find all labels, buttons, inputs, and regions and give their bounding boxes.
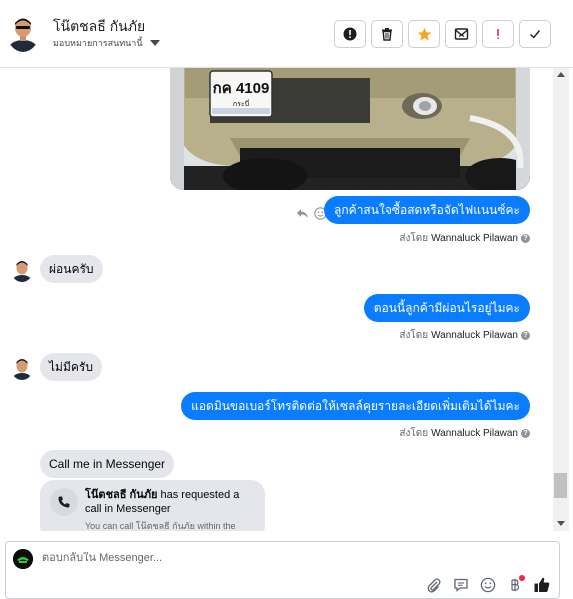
reply-input[interactable]	[42, 552, 522, 564]
notification-dot	[519, 575, 525, 581]
plate-province: กระบี่	[233, 99, 249, 108]
reply-icon[interactable]	[296, 207, 309, 220]
plate-number: กค 4109	[213, 80, 270, 97]
message-bubble-incoming[interactable]: ผ่อนครับ	[40, 255, 103, 283]
like-button[interactable]	[533, 576, 551, 594]
conversation-header: โน๊ตชลธี กันภัย มอบหมายการสนทนานี้	[0, 0, 573, 68]
follow-up-button[interactable]	[482, 20, 514, 48]
thumbs-up-icon	[534, 577, 550, 592]
delete-button[interactable]	[371, 20, 403, 48]
message-bubble-incoming[interactable]: Call me in Messenger	[40, 450, 175, 478]
caret-down-icon	[149, 40, 160, 46]
mark-spam-button[interactable]	[334, 20, 366, 48]
sent-by-prefix: ส่งโดย	[399, 330, 429, 341]
star-button[interactable]	[408, 20, 440, 48]
help-icon[interactable]: ?	[521, 429, 530, 438]
exclamation-icon	[497, 29, 499, 40]
sent-by-label: ส่งโดย Wannaluck Pilawan ?	[399, 231, 530, 246]
mark-unread-button[interactable]	[445, 20, 477, 48]
call-request-name: โน๊ตชลธี กันภัย	[85, 489, 158, 501]
scroll-up-arrow-icon[interactable]	[557, 72, 565, 77]
trash-icon	[382, 28, 392, 41]
contact-name: โน๊ตชลธี กันภัย	[53, 18, 146, 34]
photo-attachment[interactable]: กค 4109 กระบี่	[170, 68, 530, 190]
page-avatar	[13, 549, 33, 569]
saved-replies-button[interactable]	[452, 576, 470, 594]
call-request-subtext: You can call โน๊ตชลธี กันภัย within the	[85, 521, 236, 531]
contact-avatar[interactable]	[7, 14, 39, 52]
attach-button[interactable]	[425, 576, 443, 594]
sent-by-prefix: ส่งโดย	[399, 233, 429, 244]
sent-by-prefix: ส่งโดย	[399, 428, 429, 439]
help-icon[interactable]: ?	[521, 234, 530, 243]
payment-button[interactable]	[506, 575, 525, 594]
contact-avatar-small	[11, 356, 33, 380]
chat-lines-icon	[454, 578, 468, 592]
emoji-button[interactable]	[479, 576, 497, 594]
scroll-down-arrow-icon[interactable]	[557, 521, 565, 526]
assign-label: มอบหมายการสนทนานี้	[53, 38, 143, 48]
sent-by-name: Wannaluck Pilawan	[431, 330, 518, 341]
messenger-inbox: โน๊ตชลธี กันภัย มอบหมายการสนทนานี้ กค 41…	[0, 0, 573, 599]
sent-by-label: ส่งโดย Wannaluck Pilawan ?	[399, 328, 530, 343]
message-thread[interactable]: กค 4109 กระบี่ ลูกค้าสนใจซื้อสดหรือจัดไฟ…	[0, 68, 553, 531]
message-bubble-incoming[interactable]: ไม่มีครับ	[40, 353, 102, 381]
message-bubble-outgoing[interactable]: แอดมินขอเบอร์โทรติดต่อให้เซลล์คุยรายละเอ…	[181, 392, 530, 420]
scrollbar-thumb[interactable]	[554, 473, 567, 498]
sent-by-label: ส่งโดย Wannaluck Pilawan ?	[399, 426, 530, 441]
sent-by-name: Wannaluck Pilawan	[431, 233, 518, 244]
message-bubble-outgoing[interactable]: ตอนนี้ลูกค้ามีผ่อนไรอยู่ไมคะ	[363, 294, 530, 322]
phone-icon	[50, 488, 78, 516]
smiley-icon	[480, 577, 496, 593]
contact-avatar-small	[11, 258, 33, 282]
call-request-card[interactable]: โน๊ตชลธี กันภัย has requested a call in …	[40, 480, 265, 531]
reply-composer	[5, 541, 560, 599]
assign-conversation-dropdown[interactable]: มอบหมายการสนทนานี้	[53, 36, 160, 50]
sent-by-name: Wannaluck Pilawan	[431, 428, 518, 439]
thread-scrollbar[interactable]	[553, 68, 569, 531]
star-icon	[417, 27, 431, 40]
message-actions	[296, 207, 327, 220]
composer-toolbar	[425, 575, 551, 594]
help-icon[interactable]: ?	[521, 331, 530, 340]
header-toolbar	[334, 20, 551, 48]
alert-circle-icon	[343, 27, 357, 41]
paperclip-icon	[427, 578, 441, 593]
mail-x-icon	[454, 28, 468, 40]
call-request-text: โน๊ตชลธี กันภัย has requested a call in …	[85, 488, 257, 516]
message-bubble-outgoing[interactable]: ลูกค้าสนใจซื้อสดหรือจัดไฟแนนซ์คะ	[324, 196, 530, 224]
check-icon	[530, 30, 541, 39]
mark-done-button[interactable]	[519, 20, 551, 48]
